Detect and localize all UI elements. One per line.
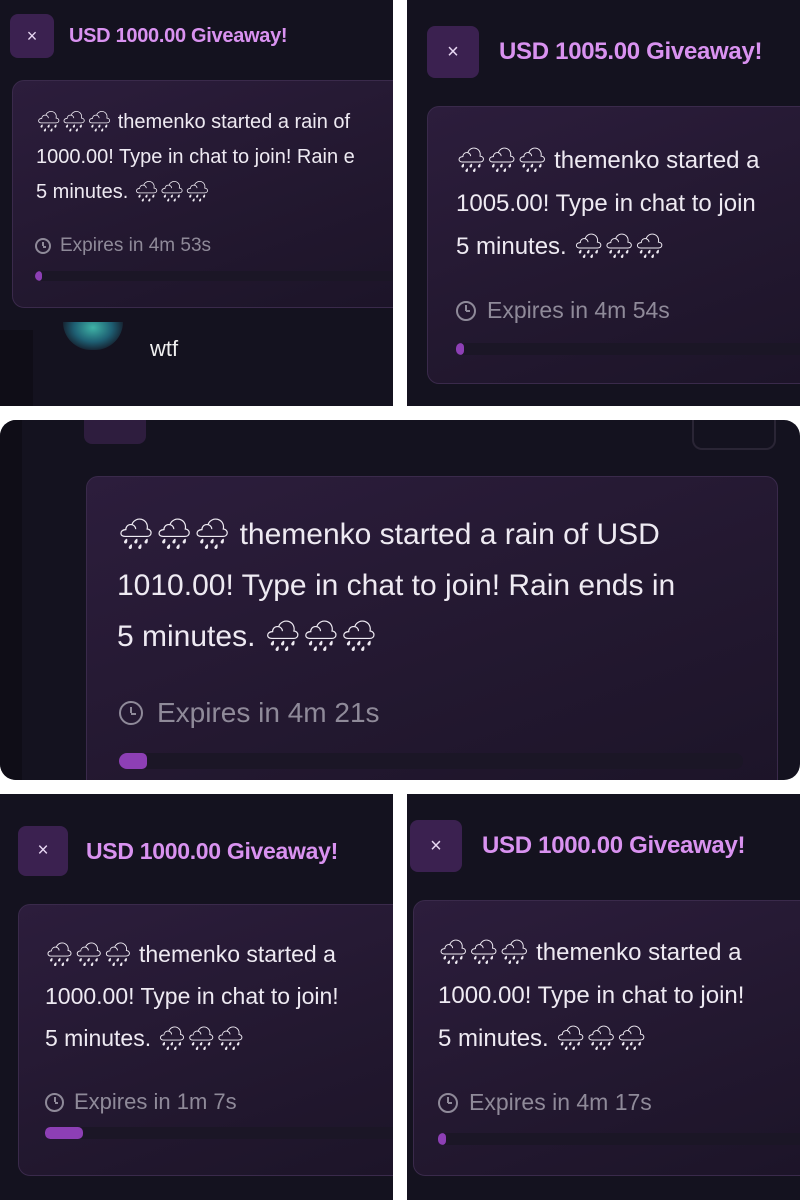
rain-message-line: 5 minutes. 🌧🌧🌧 <box>456 233 665 260</box>
rain-card: 🌧🌧🌧 themenko started a rain of 1000.00! … <box>12 80 393 308</box>
clock-icon <box>456 300 476 321</box>
clock-icon <box>35 238 51 254</box>
close-button[interactable]: × <box>18 826 68 876</box>
sidebar <box>0 420 22 780</box>
giveaway-header: × USD 1000.00 Giveaway! <box>410 820 746 872</box>
expiry-row: Expires in 4m 53s <box>35 235 211 257</box>
rain-message-line: 1000.00! Type in chat to join! <box>45 983 339 1009</box>
rain-card: 🌧🌧🌧 themenko started a rain of USD 1010.… <box>86 476 778 780</box>
rain-message-line: 🌧🌧🌧 themenko started a <box>456 147 760 174</box>
rain-message-line: 🌧🌧🌧 themenko started a <box>438 939 742 966</box>
close-button[interactable]: × <box>427 26 479 78</box>
progress-bar <box>456 343 800 355</box>
expiry-row: Expires in 1m 7s <box>45 1089 237 1115</box>
expiry-text: Expires in 4m 54s <box>487 297 670 323</box>
giveaway-screenshot-1: × USD 1000.00 Giveaway! 🌧🌧🌧 themenko sta… <box>0 0 393 406</box>
progress-fill <box>438 1133 446 1145</box>
giveaway-screenshot-5: × USD 1000.00 Giveaway! 🌧🌧🌧 themenko sta… <box>407 794 800 1200</box>
expiry-text: Expires in 4m 21s <box>157 697 380 728</box>
expiry-text: Expires in 4m 53s <box>60 235 212 256</box>
progress-bar <box>35 271 393 281</box>
close-button[interactable]: × <box>410 820 462 872</box>
sidebar <box>0 330 33 406</box>
giveaway-title: USD 1000.00 Giveaway! <box>86 837 338 864</box>
avatar <box>63 322 123 350</box>
clock-icon <box>119 701 143 725</box>
rain-message-line: 5 minutes. 🌧🌧🌧 <box>117 620 378 653</box>
expiry-text: Expires in 1m 7s <box>74 1089 237 1114</box>
rain-message-line: 1000.00! Type in chat to join! <box>438 982 745 1009</box>
progress-bar <box>45 1127 393 1139</box>
expiry-text: Expires in 4m 17s <box>469 1089 652 1115</box>
expiry-row: Expires in 4m 17s <box>438 1089 652 1116</box>
progress-bar <box>119 753 743 769</box>
rain-message-line: 5 minutes. 🌧🌧🌧 <box>45 1025 246 1051</box>
expiry-row: Expires in 4m 54s <box>456 297 670 324</box>
progress-fill <box>119 753 148 769</box>
close-button[interactable] <box>84 420 146 444</box>
expiry-row: Expires in 4m 21s <box>119 697 380 729</box>
giveaway-screenshot-4: × USD 1000.00 Giveaway! 🌧🌧🌧 themenko sta… <box>0 794 393 1200</box>
rain-message-line: 🌧🌧🌧 themenko started a rain of <box>36 111 351 133</box>
rain-message: 🌧🌧🌧 themenko started a rain of USD 1010.… <box>117 509 675 662</box>
rain-message-line: 🌧🌧🌧 themenko started a rain of USD <box>117 518 660 551</box>
progress-bar <box>438 1133 800 1145</box>
giveaway-header: × USD 1005.00 Giveaway! <box>427 26 763 78</box>
progress-fill <box>456 343 464 355</box>
close-button[interactable]: × <box>10 14 54 58</box>
rain-message: 🌧🌧🌧 themenko started a 1000.00! Type in … <box>438 931 744 1060</box>
giveaway-header: × USD 1000.00 Giveaway! <box>18 826 338 876</box>
rain-message-line: 1005.00! Type in chat to join <box>456 190 756 217</box>
rain-message-line: 5 minutes. 🌧🌧🌧 <box>36 181 210 203</box>
rain-message-line: 1010.00! Type in chat to join! Rain ends… <box>117 569 676 602</box>
clock-icon <box>45 1092 64 1112</box>
rain-message-line: 1000.00! Type in chat to join! Rain e <box>36 146 355 168</box>
expand-button[interactable] <box>692 420 776 450</box>
rain-message: 🌧🌧🌧 themenko started a 1005.00! Type in … <box>456 139 760 268</box>
giveaway-header: × USD 1000.00 Giveaway! <box>10 14 288 58</box>
giveaway-title: USD 1000.00 Giveaway! <box>482 832 746 859</box>
chat-message: wtf <box>150 336 179 361</box>
progress-fill <box>35 271 43 281</box>
progress-fill <box>45 1127 83 1139</box>
rain-message-line: 🌧🌧🌧 themenko started a <box>45 941 336 967</box>
rain-message-line: 5 minutes. 🌧🌧🌧 <box>438 1025 647 1052</box>
rain-message: 🌧🌧🌧 themenko started a 1000.00! Type in … <box>45 933 339 1059</box>
rain-card: 🌧🌧🌧 themenko started a 1000.00! Type in … <box>413 900 800 1176</box>
giveaway-screenshot-2: × USD 1005.00 Giveaway! 🌧🌧🌧 themenko sta… <box>407 0 800 406</box>
giveaway-screenshot-3: 🌧🌧🌧 themenko started a rain of USD 1010.… <box>0 420 800 780</box>
rain-card: 🌧🌧🌧 themenko started a 1000.00! Type in … <box>18 904 393 1176</box>
rain-message: 🌧🌧🌧 themenko started a rain of 1000.00! … <box>36 105 355 210</box>
rain-card: 🌧🌧🌧 themenko started a 1005.00! Type in … <box>427 106 800 384</box>
giveaway-title: USD 1005.00 Giveaway! <box>499 38 763 65</box>
giveaway-title: USD 1000.00 Giveaway! <box>69 24 288 47</box>
clock-icon <box>438 1092 458 1113</box>
